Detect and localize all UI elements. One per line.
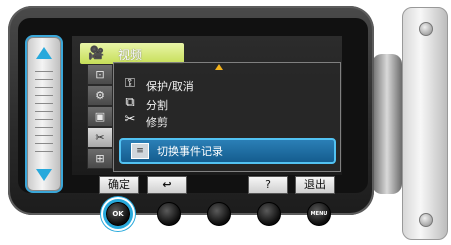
menu-item-label: 修剪 <box>146 116 168 129</box>
up-arrow-icon <box>36 47 52 59</box>
display-icon[interactable]: ▣ <box>87 106 113 127</box>
lcd-hinge <box>372 54 402 194</box>
down-arrow-icon <box>36 169 52 181</box>
edit-icon[interactable]: ✂ <box>87 127 113 148</box>
menu-item-trim[interactable]: ✂ 修剪 <box>120 112 320 130</box>
camera-body: 🎥 视频 ⊡ ⚙ ▣ ✂ ⊞ ⚿ 保护/取消 ⧉ 分割 ✂ 修剪 ≡ 切换事件记… <box>0 0 451 245</box>
hardware-button-2[interactable] <box>157 202 181 226</box>
ok-button[interactable]: OK <box>106 202 130 226</box>
menu-item-split[interactable]: ⧉ 分割 <box>120 95 320 113</box>
tab-video-label: 视频 <box>118 48 143 62</box>
menu-button[interactable]: MENU <box>307 202 331 226</box>
screw-icon <box>419 22 433 36</box>
confirm-button[interactable]: 确定 <box>99 176 139 194</box>
menu-item-label: 分割 <box>146 99 168 112</box>
scroll-up-icon <box>215 64 223 70</box>
slider-wheel[interactable] <box>27 37 61 191</box>
side-tab-list: ⊡ ⚙ ▣ ✂ ⊞ <box>87 64 113 169</box>
menu-item-protect[interactable]: ⚿ 保护/取消 <box>120 76 320 94</box>
screw-icon <box>419 213 433 227</box>
menu-item-label: 切换事件记录 <box>157 145 223 158</box>
video-camera-icon: 🎥 <box>88 46 105 61</box>
help-button[interactable]: ? <box>248 176 288 194</box>
event-icon: ≡ <box>131 143 149 159</box>
exit-button[interactable]: 退出 <box>295 176 335 194</box>
split-icon: ⧉ <box>125 95 135 110</box>
key-icon: ⚿ <box>125 76 135 91</box>
connect-icon[interactable]: ⊡ <box>87 64 113 85</box>
trim-icon: ✂ <box>124 112 136 127</box>
media-icon[interactable]: ⊞ <box>87 148 113 169</box>
back-button[interactable]: ↩ <box>147 176 187 194</box>
hardware-button-4[interactable] <box>257 202 281 226</box>
setup-icon[interactable]: ⚙ <box>87 85 113 106</box>
tab-video[interactable]: 🎥 视频 <box>80 43 184 64</box>
hardware-button-3[interactable] <box>207 202 231 226</box>
menu-item-event-switch[interactable]: ≡ 切换事件记录 <box>119 138 336 164</box>
menu-item-label: 保护/取消 <box>146 80 194 93</box>
side-door <box>402 7 448 240</box>
